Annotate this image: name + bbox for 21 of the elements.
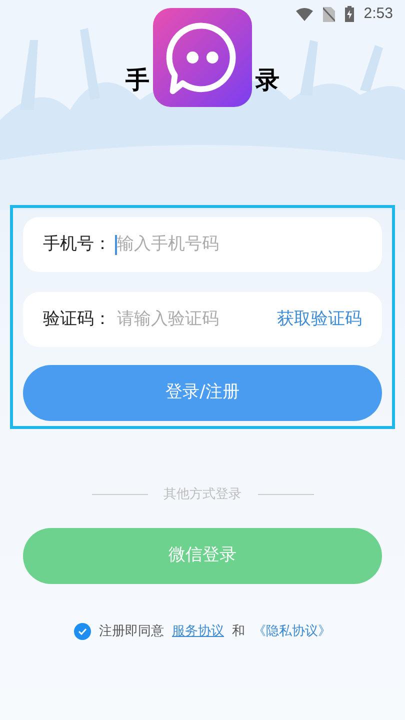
agreement-text: 和 — [232, 622, 245, 640]
agree-checkbox[interactable] — [74, 622, 91, 640]
field-label: 手机号： — [43, 232, 111, 256]
wifi-icon — [296, 8, 313, 20]
text-field[interactable]: 手机号： 输入手机号码 — [23, 217, 382, 272]
page-title: 录 — [256, 65, 280, 96]
divider-label: 其他方式登录 — [164, 486, 242, 504]
page-title: 手 — [126, 65, 150, 96]
status-time: 2:53 — [364, 4, 393, 24]
text-input[interactable]: 请输入验证码 — [117, 306, 277, 332]
agreement-text: 注册即同意 — [99, 622, 164, 640]
agreement-link[interactable]: 《隐私协议》 — [253, 622, 331, 641]
text-field[interactable]: 验证码： 请输入验证码 获取验证码 — [23, 292, 382, 347]
check-icon — [78, 628, 87, 635]
get-code-link[interactable]: 获取验证码 — [277, 306, 362, 332]
chat-bubble-app-icon — [153, 8, 252, 107]
text-input[interactable]: 输入手机号码 — [117, 232, 362, 258]
wechat-login-button[interactable]: 微信登录 — [23, 528, 382, 584]
login-button[interactable]: 登录/注册 — [23, 365, 382, 421]
agreement-link[interactable]: 服务协议 — [172, 622, 224, 641]
field-label: 验证码： — [43, 308, 111, 331]
